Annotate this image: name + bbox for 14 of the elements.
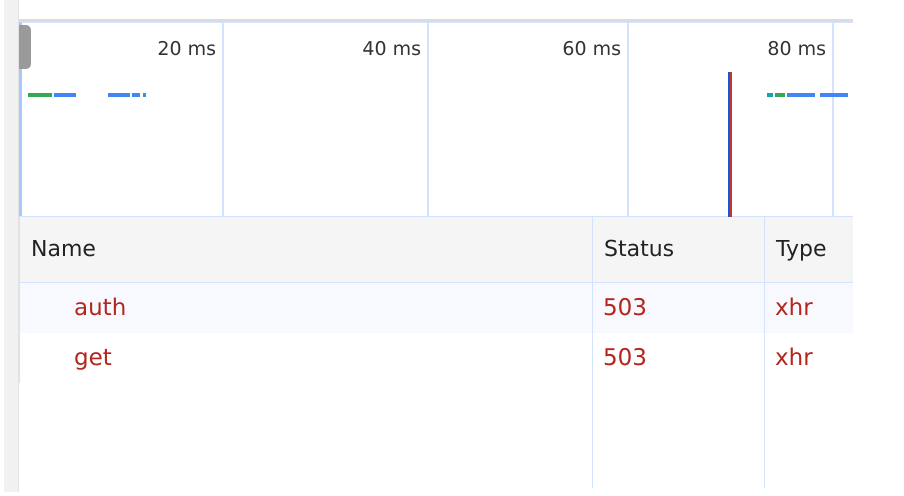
table-cell: 503 xyxy=(592,333,764,383)
table-cell: get xyxy=(19,333,592,383)
table-cell: 503 xyxy=(592,283,764,333)
range-handle[interactable] xyxy=(19,25,31,69)
column-header[interactable]: Type xyxy=(764,217,853,283)
tick-label: 60 ms xyxy=(562,37,621,61)
column-header[interactable]: Name xyxy=(19,217,592,283)
tick-label: 80 ms xyxy=(767,37,826,61)
column-header[interactable]: Status xyxy=(592,217,764,283)
tick-label: 40 ms xyxy=(362,37,421,61)
table-cell: xhr xyxy=(764,283,853,333)
table-cell: xhr xyxy=(764,333,853,383)
table-cell: auth xyxy=(19,283,592,333)
tick-label: 20 ms xyxy=(157,37,216,61)
